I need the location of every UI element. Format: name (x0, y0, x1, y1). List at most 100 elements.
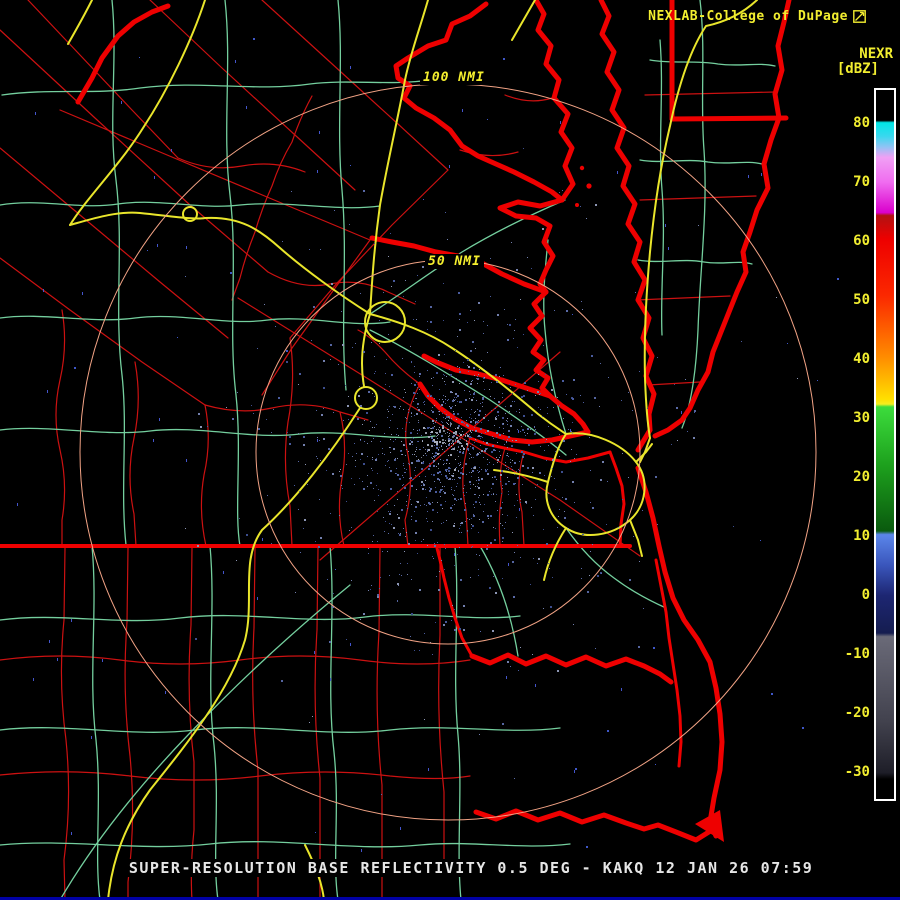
radar-echo-pixel (473, 367, 475, 369)
radar-echo-pixel (655, 476, 657, 478)
radar-echo-pixel (397, 583, 399, 585)
radar-echo-pixel (421, 541, 422, 542)
radar-echo-pixel (489, 389, 490, 390)
radar-echo-pixel (562, 380, 564, 382)
radar-echo-pixel (488, 444, 489, 445)
radar-echo-pixel (483, 457, 484, 458)
radar-echo-pixel (458, 292, 460, 294)
radar-echo-pixel (570, 461, 571, 462)
radar-echo-pixel (455, 459, 456, 460)
radar-echo-pixel (481, 478, 483, 480)
radar-echo-pixel (371, 441, 372, 442)
radar-echo-pixel (411, 485, 413, 487)
radar-echo-pixel (230, 272, 232, 274)
radar-echo-pixel (776, 297, 777, 298)
radar-echo-pixel (437, 472, 439, 474)
radar-echo-pixel (591, 355, 593, 357)
radar-echo-pixel (495, 418, 497, 420)
radar-echo-pixel (463, 434, 464, 435)
radar-echo-pixel (478, 414, 480, 416)
radar-echo-pixel (628, 477, 629, 478)
radar-echo-pixel (258, 428, 260, 430)
radar-echo-pixel (471, 457, 472, 458)
radar-echo-pixel (480, 436, 481, 437)
radar-echo-pixel (487, 352, 488, 353)
radar-echo-pixel (427, 521, 428, 522)
stream-marker (449, 165, 450, 168)
radar-echo-pixel (514, 778, 515, 779)
radar-echo-pixel (438, 411, 439, 412)
radar-echo-pixel (411, 441, 413, 443)
radar-echo-pixel (345, 385, 346, 386)
radar-echo-pixel (459, 371, 461, 373)
radar-echo-pixel (592, 507, 594, 509)
radar-echo-pixel (517, 500, 518, 501)
radar-echo-pixel (449, 418, 450, 419)
radar-echo-pixel (471, 418, 472, 419)
radar-echo-pixel (389, 406, 390, 407)
radar-echo-pixel (465, 380, 467, 382)
stream-marker (570, 429, 571, 432)
radar-echo-pixel (431, 474, 432, 475)
radar-echo-pixel (417, 403, 419, 405)
radar-echo-pixel (573, 624, 574, 625)
radar-echo-pixel (435, 432, 436, 433)
radar-echo-pixel (355, 343, 356, 344)
radar-echo-pixel (342, 344, 344, 346)
map-path-county-lines (0, 655, 471, 665)
radar-echo-pixel (416, 398, 417, 399)
radar-echo-pixel (458, 471, 459, 472)
stream-marker (47, 390, 48, 393)
radar-echo-pixel (572, 398, 574, 400)
radar-echo-pixel (574, 502, 575, 503)
radar-echo-pixel (510, 425, 512, 427)
radar-echo-pixel (496, 437, 497, 438)
radar-echo-pixel (402, 358, 403, 359)
radar-echo-pixel (548, 493, 549, 494)
radar-echo-pixel (453, 399, 454, 400)
radar-echo-pixel (232, 418, 234, 420)
radar-echo-pixel (409, 478, 410, 479)
radar-echo-pixel (375, 459, 377, 461)
radar-echo-pixel (459, 442, 461, 444)
radar-echo-pixel (409, 422, 410, 423)
radar-echo-pixel (377, 541, 378, 542)
radar-echo-pixel (469, 472, 470, 473)
radar-echo-pixel (430, 529, 432, 531)
radar-echo-pixel (450, 468, 451, 469)
radar-echo-pixel (434, 398, 435, 399)
radar-echo-pixel (405, 280, 406, 281)
radar-echo-pixel (374, 500, 375, 501)
radar-echo-pixel (412, 437, 413, 438)
radar-echo-pixel (457, 427, 459, 429)
radar-echo-pixel (448, 470, 450, 472)
radar-echo-pixel (475, 501, 477, 503)
radar-echo-pixel (507, 421, 508, 422)
radar-echo-pixel (540, 409, 541, 410)
radar-echo-pixel (481, 433, 482, 434)
radar-echo-pixel (465, 463, 467, 465)
radar-echo-pixel (185, 528, 186, 529)
radar-echo-pixel (530, 429, 531, 430)
radar-echo-pixel (360, 440, 361, 441)
radar-echo-pixel (507, 324, 508, 325)
radar-echo-pixel (449, 369, 450, 370)
radar-echo-pixel (512, 393, 513, 394)
radar-echo-pixel (437, 502, 438, 503)
radar-echo-pixel (299, 373, 301, 375)
radar-echo-pixel (412, 454, 413, 455)
radar-echo-pixel (468, 450, 469, 451)
radar-echo-pixel (426, 505, 427, 506)
radar-echo-pixel (474, 375, 475, 376)
radar-echo-pixel (338, 364, 339, 365)
radar-echo-pixel (389, 447, 390, 448)
radar-echo-pixel (537, 391, 539, 393)
radar-echo-pixel (405, 472, 406, 473)
radar-echo-pixel (520, 431, 521, 432)
radar-echo-pixel (417, 441, 418, 442)
radar-echo-pixel (413, 401, 414, 402)
radar-echo-pixel (439, 414, 440, 415)
radar-echo-pixel (483, 417, 485, 419)
radar-echo-pixel (513, 338, 514, 339)
radar-echo-pixel (581, 578, 582, 579)
